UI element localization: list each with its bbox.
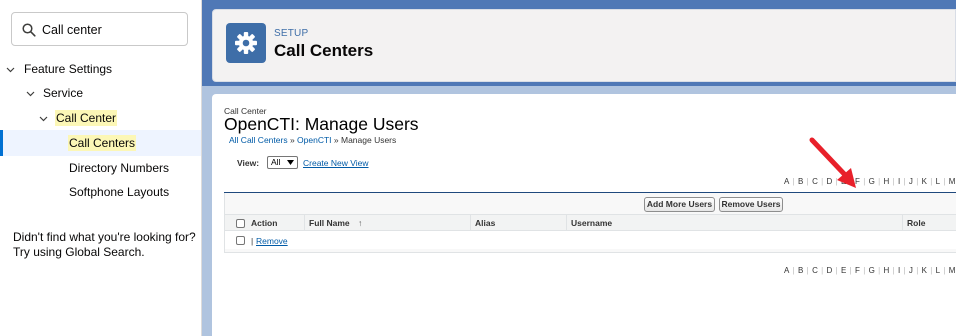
- row-checkbox[interactable]: [236, 236, 245, 245]
- alphabet-separator: |: [916, 266, 919, 275]
- breadcrumb: All Call Centers » OpenCTI » Manage User…: [229, 135, 396, 145]
- alphabet-separator: |: [892, 266, 895, 275]
- alphabet-letter-h[interactable]: H: [884, 177, 890, 186]
- alphabet-separator: |: [903, 266, 906, 275]
- breadcrumb-opencti[interactable]: OpenCTI: [297, 135, 332, 145]
- alphabet-separator: |: [916, 177, 919, 186]
- header-kicker: SETUP: [274, 28, 309, 39]
- alphabet-letter-e[interactable]: E: [841, 266, 847, 275]
- alphabet-separator: |: [930, 266, 933, 275]
- alphabet-letter-m[interactable]: M: [949, 177, 956, 186]
- alphabet-separator: |: [943, 266, 946, 275]
- alphabet-letter-b[interactable]: B: [798, 266, 804, 275]
- add-more-users-button[interactable]: Add More Users: [644, 197, 715, 212]
- chevron-down-icon: [26, 91, 35, 97]
- red-arrow-annotation-icon: [809, 137, 856, 188]
- alphabet-letter-i[interactable]: I: [898, 177, 901, 186]
- alphabet-letter-f[interactable]: F: [855, 266, 860, 275]
- table-row: | Remove: [225, 231, 956, 249]
- chevron-down-icon: [39, 116, 48, 122]
- column-role[interactable]: Role: [902, 215, 956, 232]
- alphabet-letter-l[interactable]: L: [936, 266, 941, 275]
- alphabet-separator: |: [863, 266, 866, 275]
- alphabet-separator: |: [892, 177, 895, 186]
- alphabet-letter-l[interactable]: L: [936, 177, 941, 186]
- column-full-name-label: Full Name: [309, 218, 350, 228]
- tree-item-label: Feature Settings: [24, 62, 113, 76]
- tree-item-label: Directory Numbers: [69, 161, 170, 175]
- content-title: OpenCTI: Manage Users: [224, 114, 419, 134]
- alphabet-letter-d[interactable]: D: [827, 266, 833, 275]
- page-header: SETUP Call Centers: [212, 9, 956, 82]
- table-header: Action Full Name ↑ Alias Username Role: [225, 214, 956, 232]
- alphabet-letter-m[interactable]: M: [949, 266, 956, 275]
- alphabet-letter-a[interactable]: A: [784, 266, 790, 275]
- alphabet-letter-j[interactable]: J: [909, 177, 913, 186]
- global-search-hint: Try using Global Search.: [13, 245, 145, 259]
- alphabet-separator: |: [835, 266, 838, 275]
- breadcrumb-current: Manage Users: [340, 135, 397, 145]
- main-area: SETUP Call Centers Call Center OpenCTI: …: [202, 0, 956, 336]
- alphabet-separator: |: [930, 177, 933, 186]
- page-title: Call Centers: [274, 41, 374, 60]
- column-username[interactable]: Username: [566, 215, 902, 232]
- alphabet-separator: |: [806, 266, 810, 275]
- alphabet-letter-k[interactable]: K: [922, 266, 928, 275]
- setup-sidebar: Feature Settings Service Call Center Cal…: [0, 0, 202, 336]
- table-top-border: [224, 192, 956, 193]
- not-found-message: Didn't find what you're looking for?: [13, 230, 196, 244]
- breadcrumb-separator: »: [287, 135, 298, 145]
- alphabet-separator: |: [849, 266, 853, 275]
- content-panel: Call Center OpenCTI: Manage Users All Ca…: [212, 94, 956, 336]
- quick-find-box[interactable]: [11, 12, 188, 46]
- alphabet-separator: |: [943, 177, 946, 186]
- gear-icon: [235, 32, 257, 54]
- setup-icon-tile: [226, 23, 266, 63]
- search-icon: [22, 23, 36, 37]
- alphabet-letter-k[interactable]: K: [922, 177, 928, 186]
- alphabet-letter-g[interactable]: G: [869, 266, 876, 275]
- tree-item-label: Call Centers: [68, 135, 137, 151]
- tree-item-label: Service: [43, 86, 84, 100]
- dropdown-arrow-icon: [287, 160, 294, 165]
- alphabet-separator: |: [792, 177, 796, 186]
- alphabet-separator: |: [903, 177, 906, 186]
- action-separator: |: [251, 236, 254, 246]
- quick-find-input[interactable]: [42, 21, 182, 39]
- alphabet-letter-c[interactable]: C: [812, 266, 818, 275]
- tree-item-label: Call Center: [55, 110, 118, 126]
- alphabet-letter-h[interactable]: H: [884, 266, 890, 275]
- alphabet-filter-bottom: A | B | C | D | E | F | G | H | I | J | K | L | M: [781, 266, 956, 275]
- remove-link[interactable]: Remove: [256, 236, 288, 246]
- alphabet-letter-j[interactable]: J: [909, 266, 913, 275]
- alphabet-letter-g[interactable]: G: [869, 177, 876, 186]
- breadcrumb-separator: »: [331, 135, 341, 145]
- breadcrumb-all-call-centers[interactable]: All Call Centers: [229, 135, 288, 145]
- select-all-checkbox[interactable]: [236, 219, 245, 228]
- alphabet-letter-b[interactable]: B: [798, 177, 804, 186]
- create-new-view-link[interactable]: Create New View: [303, 158, 369, 168]
- view-select[interactable]: All: [267, 156, 298, 169]
- remove-users-button[interactable]: Remove Users: [719, 197, 783, 212]
- alphabet-separator: |: [878, 177, 881, 186]
- column-alias[interactable]: Alias: [470, 215, 566, 232]
- tree-item-softphone-layouts[interactable]: Softphone Layouts: [69, 180, 169, 204]
- sort-ascending-icon: ↑: [358, 218, 363, 228]
- view-select-value: All: [271, 157, 281, 167]
- chevron-down-icon: [6, 67, 15, 73]
- alphabet-letter-a[interactable]: A: [784, 177, 790, 186]
- column-action: Action: [251, 218, 278, 228]
- alphabet-separator: |: [792, 266, 796, 275]
- tree-item-label: Softphone Layouts: [69, 185, 170, 199]
- view-label: View:: [237, 158, 260, 168]
- alphabet-separator: |: [878, 266, 881, 275]
- alphabet-letter-i[interactable]: I: [898, 266, 901, 275]
- alphabet-separator: |: [821, 266, 824, 275]
- column-full-name[interactable]: Full Name ↑: [304, 215, 470, 232]
- tree-item-directory-numbers[interactable]: Directory Numbers: [69, 156, 169, 180]
